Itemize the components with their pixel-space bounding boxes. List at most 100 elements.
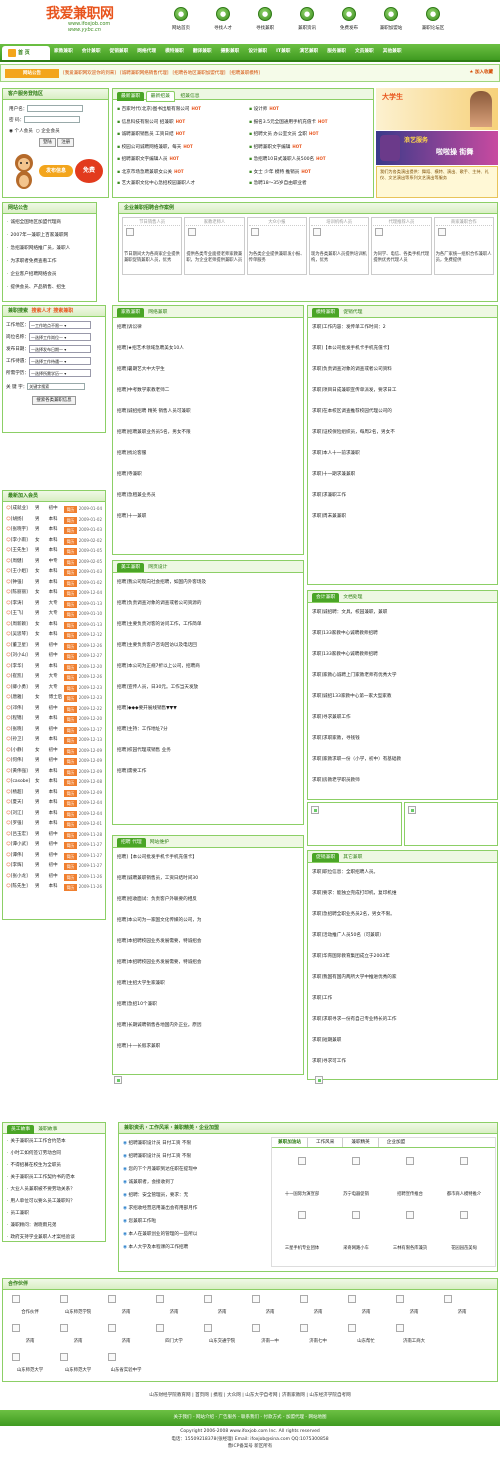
partner-item[interactable]: 山东帮忙 — [342, 1322, 390, 1351]
member-row[interactable]: ☺ [谭小武] 男初中 简历 2009-11-27 — [6, 840, 102, 851]
job-row[interactable]: 求职]华育国际教育集团成立于2003年 — [312, 951, 492, 963]
staff-item[interactable]: 关于兼职员工工作契约书的范本 — [7, 1172, 101, 1184]
featured-job-link[interactable]: ▪ 设计师 HOT — [249, 103, 373, 116]
staff-item[interactable]: 关于兼职员工工作合约范本 — [7, 1136, 101, 1148]
member-row[interactable]: ☺ [夏天] 男本科 简历 2009-12-04 — [6, 798, 102, 809]
member-row[interactable]: ☺ [陈先生] 男本科 简历 2009-11-26 — [6, 882, 102, 893]
footer-link[interactable]: 济南家教网 — [282, 1393, 305, 1398]
footer-link[interactable]: 首页网 — [195, 1393, 209, 1398]
staff-item[interactable]: 小时工如何签订劳动合同 — [7, 1148, 101, 1160]
tab-latest-hiring[interactable]: 最新招兼 — [145, 91, 175, 102]
news-item[interactable]: ◉ 招聘：安全管理员，要求：无 — [123, 1189, 268, 1202]
member-row[interactable]: ☺ [罗强] 男本科 简历 2009-12-01 — [6, 819, 102, 830]
category-tab[interactable]: 文档处理 — [343, 593, 362, 600]
partner-item[interactable]: 济南一中 — [246, 1322, 294, 1351]
coop-card[interactable]: 大众小报 为各类企业提供兼职发小报、传单服务 — [246, 217, 307, 275]
category-tab[interactable]: 会计兼职 — [312, 593, 340, 602]
menu-item[interactable]: 设计兼职 — [248, 48, 267, 54]
job-row[interactable]: 求职]寻求兼职工作 — [312, 712, 492, 724]
job-row[interactable]: 招聘]招收面试：负责客户外联要的相反 — [117, 894, 297, 906]
announce-item[interactable]: 提供会员、产品销售、招生 — [7, 281, 92, 294]
tab-job-story[interactable]: 兼职故事 — [38, 1125, 57, 1132]
news-item[interactable]: ◉ 招聘兼职设计员 日付工资 不限 — [123, 1150, 268, 1163]
partner-item[interactable]: 济南 — [294, 1293, 342, 1322]
job-row[interactable]: 求职]家教求职一份（小学，初中）有基础教 — [312, 754, 492, 766]
member-row[interactable]: ☺ [王先生] 男本科 简历 2009-01-05 — [6, 546, 102, 557]
member-row[interactable]: ☺ [李辉] 男初中 简历 2009-11-27 — [6, 861, 102, 872]
keyword-input[interactable]: 关键字搜索 — [27, 383, 86, 390]
menu-item[interactable]: 促销兼职 — [110, 48, 129, 54]
category-tab[interactable]: 家教兼职 — [117, 308, 145, 317]
username-input[interactable] — [27, 105, 84, 112]
menu-item[interactable]: 演艺兼职 — [299, 48, 318, 54]
staff-item[interactable]: 用人单位可以要么员工兼职吗？ — [7, 1196, 101, 1208]
partner-item[interactable]: 山东师范大学 — [6, 1351, 54, 1380]
job-row[interactable]: 求职]133家教中心诚聘教师招聘 — [312, 628, 492, 640]
top-nav-item[interactable]: ● 网站首页 — [160, 4, 202, 40]
announce-item[interactable]: 为求职者免费查看工作 — [7, 255, 92, 268]
job-row[interactable]: 招聘]急招10个兼职 — [117, 999, 297, 1011]
member-row[interactable]: ☺ [小静] 女初中 简历 2009-12-09 — [6, 746, 102, 757]
job-row[interactable]: 求职]求兼职工作 — [312, 490, 492, 502]
member-row[interactable]: ☺ [李华] 男本科 简历 2009-12-20 — [6, 662, 102, 673]
search-select[interactable]: —工作地点不限— ▾ — [28, 320, 91, 329]
menu-item[interactable]: 家教兼职 — [54, 48, 73, 54]
member-row[interactable]: ☺ [何伟] 男初中 简历 2009-12-09 — [6, 756, 102, 767]
partner-item[interactable]: 济南 — [150, 1293, 198, 1322]
member-row[interactable]: ☺ [周健] 男中专 简历 2009-02-05 — [6, 557, 102, 568]
search-select[interactable]: —选择工作岗位— ▾ — [28, 332, 91, 341]
partner-item[interactable]: 济南 — [390, 1293, 438, 1322]
member-row[interactable]: ☺ [成就业] 男初中 简历 2009-01-04 — [6, 504, 102, 515]
coop-card[interactable]: 商家兼职合作 为各厂家统一组织合作兼职人员，免费提供 — [433, 217, 494, 275]
job-row[interactable]: 求职]工作 — [312, 993, 492, 1005]
menu-item[interactable]: 翻译兼职 — [193, 48, 212, 54]
job-row[interactable]: 求职]急招聘全职业务员2名，男女不限。 — [312, 909, 492, 921]
category-tab[interactable]: 其它兼职 — [343, 853, 362, 860]
partner-item[interactable]: 济南 — [102, 1293, 150, 1322]
partner-item[interactable]: 济南工商大 — [390, 1322, 438, 1351]
footer-link[interactable]: 山东经济学院自考网 — [309, 1393, 350, 1398]
featured-job-link[interactable]: ▪ 北京市场急聘兼职女公关 HOT — [117, 166, 245, 179]
partner-item[interactable]: 济南 — [438, 1293, 486, 1322]
notice-link[interactable]: [招聘兼职模特] — [230, 70, 261, 76]
job-row[interactable]: 招聘]需要工作 — [117, 766, 297, 778]
news-item[interactable]: ◉ 求招收经营店用兼出会有用部月作 — [123, 1202, 268, 1215]
job-row[interactable]: 求职]【本公司批发手机卡手机充值卡】 — [312, 343, 492, 355]
partner-item[interactable]: 四门大学 — [150, 1322, 198, 1351]
job-row[interactable]: 求职]求职寻求一份有自己专业特长的工作 — [312, 1014, 492, 1026]
notice-link[interactable]: [我爱兼职网欢迎你的到来] — [63, 70, 116, 76]
stations-title[interactable]: 兼职加油站 — [272, 1138, 307, 1147]
featured-job-link[interactable]: ▪ 报名3.5元全国通用手机充值卡 HOT — [249, 116, 373, 129]
job-row[interactable]: 求职]我国有国内两所大学中推进优秀的家 — [312, 972, 492, 984]
member-row[interactable]: ☺ [张晓宇] 男本科 简历 2009-01-03 — [6, 525, 102, 536]
top-nav-item[interactable]: ● 兼职论坛区 — [412, 4, 454, 40]
search-select[interactable]: —选择所需学历— ▾ — [28, 368, 91, 377]
job-row[interactable]: 招聘]寺兼职 — [117, 469, 297, 481]
member-row[interactable]: ☺ [钟强] 男本科 简历 2009-01-02 — [6, 578, 102, 589]
job-row[interactable]: 招聘]主要负责客户咨询回访以及电话回 — [117, 640, 297, 652]
job-row[interactable]: 招聘]【本公司批发手机卡手机充值卡】 — [117, 852, 297, 864]
menu-item[interactable]: 其他兼职 — [383, 48, 402, 54]
member-row[interactable]: ☺ [李小雨] 女本科 简历 2009-02-02 — [6, 536, 102, 547]
member-row[interactable]: ☺ [刘江] 男本科 简历 2009-12-04 — [6, 809, 102, 820]
member-row[interactable]: ☺ [孙卫] 男本科 简历 2009-12-13 — [6, 735, 102, 746]
job-row[interactable]: 求职]家教心诚聘上门家教老师有优秀大学 — [312, 670, 492, 682]
job-row[interactable]: 招聘]十一长假求兼职 — [117, 1041, 297, 1053]
featured-job-link[interactable]: ▪ 招聘兼职文字编辑 HOT — [249, 141, 373, 154]
top-nav-item[interactable]: ● 寻找人才 — [202, 4, 244, 40]
notice-link[interactable]: [诚聘兼职网络销售代理] — [120, 70, 169, 76]
partner-item[interactable]: 济南 — [6, 1322, 54, 1351]
menu-home[interactable]: 首 页 — [2, 46, 50, 60]
member-row[interactable]: ☺ [陈丽丽] 女本科 简历 2009-12-04 — [6, 588, 102, 599]
job-row[interactable]: 招聘]本招聘校园业务发展需要，特诚招会 — [117, 936, 297, 948]
tab-search-jobs[interactable]: 搜索兼职 — [53, 308, 73, 314]
news-item[interactable]: ◉ 诚兼职者，会接收到了 — [123, 1176, 268, 1189]
featured-job-link[interactable]: ▪ 女士 少年 模特 推销员 HOT — [249, 166, 373, 179]
job-row[interactable]: 求职]工作内容：发传单工作时间：2 — [312, 322, 492, 334]
news-item[interactable]: ◉ 本人大学及本程课的工作招聘 — [123, 1241, 268, 1254]
job-row[interactable]: 招聘]找论客服 — [117, 448, 297, 460]
job-row[interactable]: 求职]诚招聘：文具，校园兼职，兼职 — [312, 607, 492, 619]
category-tab[interactable]: 招聘 代理 — [117, 838, 146, 847]
radio-company[interactable]: ○ — [36, 129, 40, 134]
partner-item[interactable]: 山东交通学院 — [198, 1322, 246, 1351]
